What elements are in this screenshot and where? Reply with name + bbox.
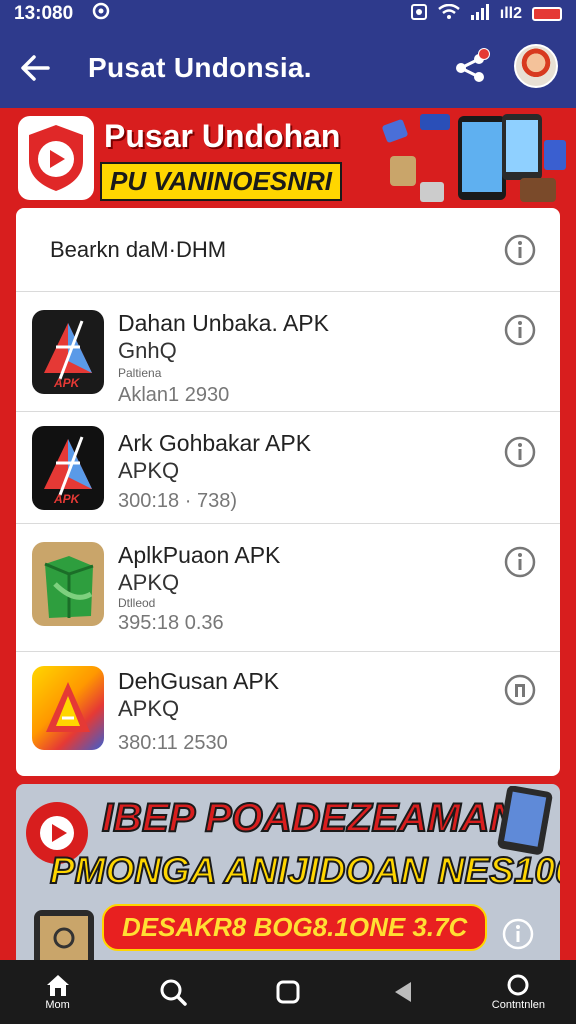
apk-logo-icon: APK <box>32 310 104 394</box>
screenshot-icon <box>410 3 428 26</box>
share-button[interactable] <box>448 46 492 90</box>
list-header-title: Bearkn daM·DHM <box>50 236 227 262</box>
info-icon <box>504 234 536 265</box>
profile-circle-icon <box>507 974 529 996</box>
nav-back[interactable] <box>346 960 461 1024</box>
info-button[interactable] <box>504 234 536 266</box>
home-icon <box>46 975 69 996</box>
back-triangle-icon <box>395 982 412 1002</box>
info-button[interactable] <box>502 918 534 950</box>
item-name: Ark Gohbakar APK <box>118 430 312 456</box>
signal-text: ıll2 <box>499 5 522 22</box>
list-item[interactable]: AplkPuaon APK APKQ Dtlleod 395:18 0.36 <box>16 524 560 652</box>
item-meta: Aklan1 2930 <box>118 384 230 406</box>
nav-search[interactable] <box>115 960 230 1024</box>
nav-home-label: Mom <box>45 999 70 1011</box>
rainbow-a-icon <box>32 666 104 750</box>
play-shield-logo-icon <box>18 116 94 200</box>
info-icon <box>504 546 536 578</box>
page-title: Pusat Undonsia. <box>88 52 312 83</box>
hero-banner[interactable]: Pusar Undohan PU VANINOESNRI <box>0 108 576 208</box>
green-package-icon <box>32 542 104 626</box>
list-item[interactable]: DehGusan APK APKQ 380:11 2530 <box>16 652 560 772</box>
item-name: AplkPuaon APK <box>118 542 281 568</box>
item-type: APKQ <box>118 696 180 721</box>
phone-illustration-icon <box>497 786 553 855</box>
item-meta: 395:18 0.36 <box>118 612 224 634</box>
back-button[interactable] <box>18 51 52 85</box>
promo-headline: IBEP POADEZEAMANG <box>101 795 550 841</box>
item-meta: 300:18 · 738) <box>118 490 237 512</box>
info-icon <box>502 918 534 950</box>
nav-home[interactable]: Mom <box>0 960 115 1024</box>
promo-banner[interactable]: IBEP POADEZEAMANG PMONGA ANIJIDOAN NES10… <box>16 784 560 960</box>
notification-badge <box>478 48 490 60</box>
list-item[interactable]: APK Dahan Unbaka. APK GnhQ Paltiena Akla… <box>16 292 560 412</box>
download-button[interactable] <box>504 674 536 706</box>
apk-list-card: Bearkn daM·DHM APK Dahan Unbaka. APK Gnh… <box>16 208 560 776</box>
item-tag: Paltiena <box>118 366 162 380</box>
item-type: APKQ <box>118 458 180 483</box>
info-button[interactable] <box>504 546 536 578</box>
signal-icon <box>470 3 490 25</box>
promo-cta-pill[interactable]: DESAKR8 BOG8.1ONE 3.7C <box>102 904 488 951</box>
app-bar: Pusat Undonsia. <box>0 28 576 108</box>
list-item[interactable]: APK Ark Gohbakar APK APKQ 300:18 · 738) <box>16 412 560 524</box>
notification-icon <box>91 2 111 26</box>
nav-profile[interactable]: Contntnlen <box>461 960 576 1024</box>
apk-logo-icon: APK <box>32 426 104 510</box>
hero-subtitle: PU VANINOESNRI <box>100 162 342 201</box>
download-icon <box>504 674 536 706</box>
item-name: DehGusan APK <box>118 668 280 694</box>
app-icon-label: APK <box>54 376 80 390</box>
status-time: 13:080 <box>14 3 74 24</box>
hero-title: Pusar Undohan <box>104 118 341 154</box>
arrow-left-icon <box>21 55 50 81</box>
item-meta: 380:11 2530 <box>118 732 228 754</box>
info-icon <box>504 436 536 468</box>
info-button[interactable] <box>504 314 536 346</box>
item-name: Dahan Unbaka. APK <box>118 310 329 336</box>
app-icon-label: APK <box>54 492 80 506</box>
bottom-navigation: Mom Contntnlen <box>0 960 576 1024</box>
battery-icon <box>532 7 562 21</box>
item-type: APKQ <box>118 570 180 595</box>
item-type: GnhQ <box>118 338 177 363</box>
square-icon <box>276 980 300 1004</box>
phone-icon <box>34 910 94 960</box>
info-button[interactable] <box>504 436 536 468</box>
promo-subheadline: PMONGA ANIJIDOAN NES100. <box>49 849 560 892</box>
wifi-icon <box>437 3 460 25</box>
list-header: Bearkn daM·DHM <box>16 208 560 292</box>
search-icon <box>160 979 187 1006</box>
item-tag: Dtlleod <box>118 596 156 610</box>
devices-illustration-icon <box>382 114 566 202</box>
nav-recents[interactable] <box>230 960 345 1024</box>
status-bar: 13:080 ıll2 <box>0 0 576 28</box>
avatar[interactable] <box>514 44 558 88</box>
nav-profile-label: Contntnlen <box>491 999 546 1011</box>
info-icon <box>504 314 536 346</box>
